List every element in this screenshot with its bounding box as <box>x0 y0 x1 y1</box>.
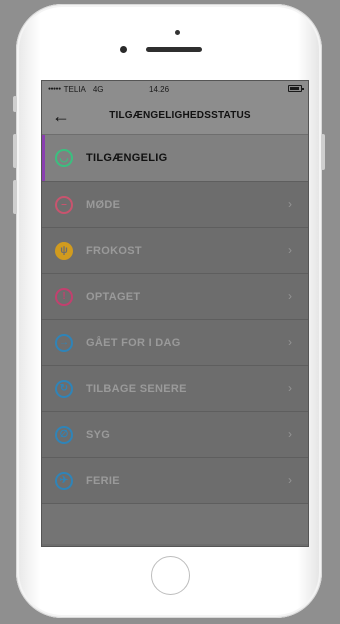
status-label: FERIE <box>86 474 120 487</box>
chevron-right-icon: › <box>288 243 292 257</box>
chevron-right-icon: › <box>288 335 292 349</box>
cutlery-icon: ψ <box>55 241 73 260</box>
proximity-sensor <box>175 30 180 35</box>
signal-icon: ●●●●● <box>48 86 61 92</box>
status-option-tilgængelig[interactable]: ◡ TILGÆNGELIG <box>42 135 308 182</box>
navigation-bar: ← TILGÆNGELIGHEDSSTATUS <box>42 97 308 135</box>
chevron-right-icon: › <box>288 473 292 487</box>
status-option-gået-for-i-dag[interactable]: → GÅET FOR I DAG › <box>42 320 308 366</box>
status-list: ◡ TILGÆNGELIG – MØDE › ψ FROKOST ›! OPTAGET › → GÅE… <box>42 135 308 504</box>
volume-up-button <box>13 134 17 168</box>
refresh-icon: ↻ <box>55 379 73 398</box>
chevron-right-icon: › <box>288 197 292 211</box>
chevron-right-icon: › <box>288 381 292 395</box>
status-label: MØDE <box>86 198 121 211</box>
home-button[interactable] <box>151 556 190 595</box>
status-option-ferie[interactable]: ✈ FERIE › <box>42 458 308 504</box>
mute-switch <box>13 96 17 112</box>
back-arrow-icon[interactable]: ← <box>52 106 74 126</box>
chevron-right-icon: › <box>288 427 292 441</box>
status-label: OPTAGET <box>86 290 141 303</box>
chevron-right-icon: › <box>288 289 292 303</box>
status-option-syg[interactable]: ∅ SYG › <box>42 412 308 458</box>
status-option-møde[interactable]: – MØDE › <box>42 182 308 228</box>
bandage-icon: ∅ <box>55 425 73 444</box>
plane-icon: ✈ <box>55 471 73 490</box>
status-label: FROKOST <box>86 244 142 257</box>
carrier-info: ●●●●● TELIA 4G <box>48 85 104 94</box>
page-title: TILGÆNGELIGHEDSSTATUS <box>109 110 251 121</box>
carrier-name: TELIA <box>63 84 86 94</box>
battery-icon <box>288 85 304 92</box>
status-time: 14.26 <box>149 84 170 94</box>
status-bar: ●●●●● TELIA 4G 14.26 <box>42 81 308 97</box>
status-label: SYG <box>86 428 111 441</box>
smile-icon: ◡ <box>55 149 73 167</box>
status-option-tilbage-senere[interactable]: ↻ TILBAGE SENERE › <box>42 366 308 412</box>
network-type: 4G <box>92 84 104 94</box>
status-label: TILBAGE SENERE <box>86 382 187 395</box>
exclamation-icon: ! <box>55 287 73 306</box>
power-button <box>321 134 325 170</box>
minus-icon: – <box>55 195 73 214</box>
front-camera <box>120 46 127 53</box>
earpiece-speaker <box>146 47 202 52</box>
arrow-right-icon: → <box>55 333 73 352</box>
status-label: GÅET FOR I DAG <box>86 336 181 349</box>
volume-down-button <box>13 180 17 214</box>
status-label: TILGÆNGELIG <box>86 152 168 164</box>
list-empty-area <box>42 504 308 544</box>
status-option-frokost[interactable]: ψ FROKOST › <box>42 228 308 274</box>
status-option-optaget[interactable]: ! OPTAGET › <box>42 274 308 320</box>
app-screen: ●●●●● TELIA 4G 14.26 ← TILGÆNGELIGHEDSST… <box>42 81 308 546</box>
